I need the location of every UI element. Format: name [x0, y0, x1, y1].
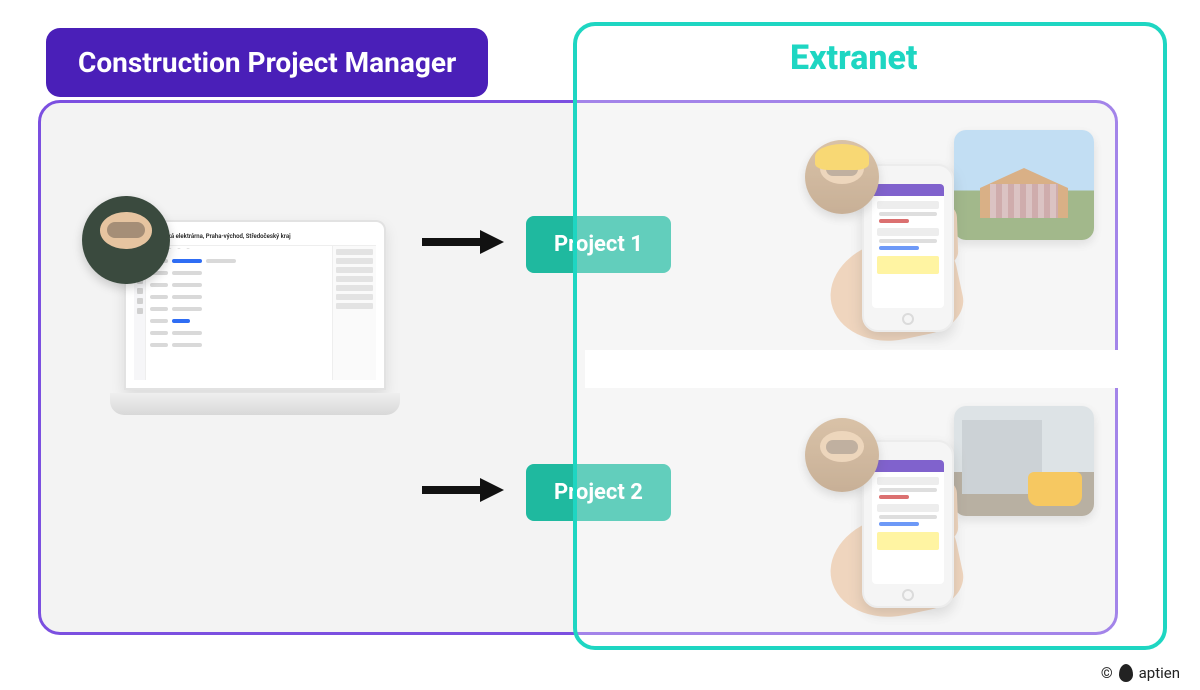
header-extranet: Extranet: [790, 38, 918, 78]
copyright-symbol: ©: [1101, 664, 1113, 682]
laptop-app-title: Fotovoltaická elektrárna, Praha-východ, …: [134, 230, 376, 246]
worker-2-avatar: [805, 418, 879, 492]
aptien-logo-icon: [1119, 664, 1133, 682]
manager-avatar: [82, 196, 170, 284]
worker-1-avatar: [805, 140, 879, 214]
project-2-badge: Project 2: [526, 464, 671, 521]
arrow-to-project-2: [420, 476, 504, 504]
project-1-badge: Project 1: [526, 216, 671, 273]
house-construction-photo: [954, 130, 1094, 240]
header-construction-manager: Construction Project Manager: [46, 28, 488, 97]
arrow-to-project-1: [420, 228, 504, 256]
extranet-divider: [585, 350, 1160, 388]
industrial-site-photo: [954, 406, 1094, 516]
footer-attribution: © aptien: [1101, 664, 1180, 682]
brand-name: aptien: [1139, 664, 1180, 682]
